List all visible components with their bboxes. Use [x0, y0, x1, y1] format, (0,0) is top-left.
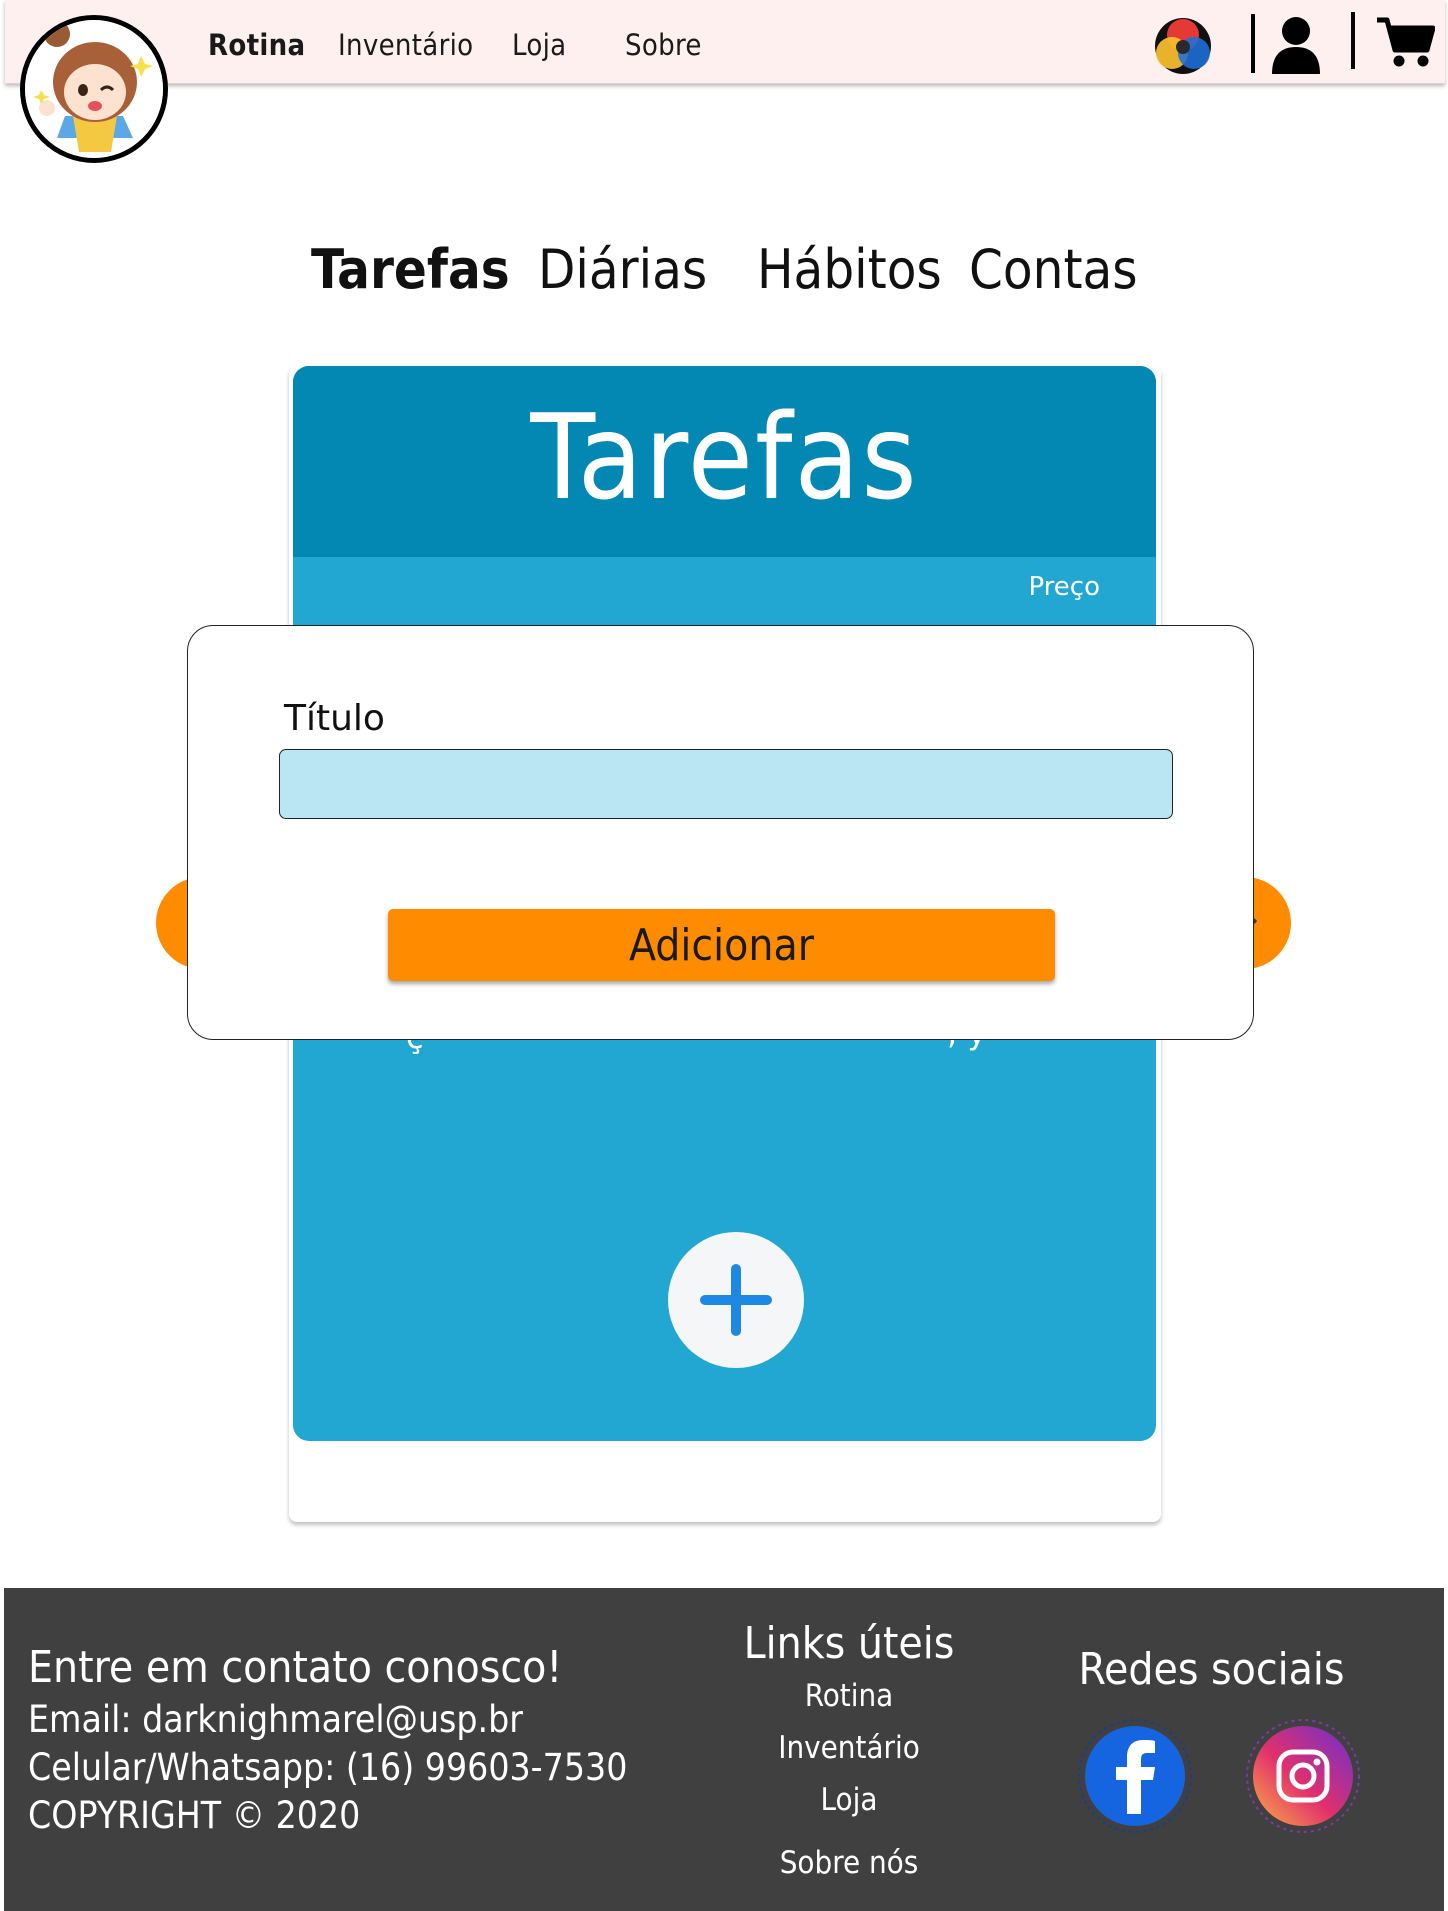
nav-link-rotina[interactable]: Rotina [208, 28, 305, 62]
tab-tarefas[interactable]: Tarefas [311, 238, 510, 301]
user-icon[interactable] [1270, 16, 1322, 74]
nav-link-sobre[interactable]: Sobre [625, 28, 702, 62]
contact-phone: Celular/Whatsapp: (16) 99603-7530 [28, 1746, 628, 1789]
panel-title: Tarefas [530, 388, 919, 526]
links-title: Links úteis [743, 1618, 955, 1669]
footer: Entre em contato conosco! Email: darknig… [4, 1588, 1444, 1911]
palette-icon[interactable] [1152, 15, 1214, 77]
footer-link-loja[interactable]: Loja [564, 1782, 1134, 1818]
instagram-icon[interactable] [1245, 1718, 1361, 1834]
title-field-label: Título [284, 698, 385, 739]
column-header-price: Preço [1028, 572, 1100, 602]
header-divider [1351, 12, 1355, 69]
cart-icon[interactable] [1377, 16, 1436, 68]
header-divider [1251, 14, 1255, 73]
plus-icon [700, 1264, 772, 1336]
panel-header: Tarefas [293, 366, 1156, 557]
footer-link-rotina[interactable]: Rotina [564, 1678, 1134, 1714]
add-task-button[interactable] [668, 1232, 804, 1368]
tab-contas[interactable]: Contas [969, 238, 1138, 301]
tab-habitos[interactable]: Hábitos [757, 238, 942, 301]
add-task-modal: Título Adicionar [187, 625, 1254, 1040]
top-nav-bar: Rotina Inventário Loja Sobre [5, 0, 1445, 84]
social-title: Redes sociais [1078, 1644, 1345, 1695]
add-button[interactable]: Adicionar [388, 909, 1055, 981]
footer-link-sobre-nos[interactable]: Sobre nós [564, 1845, 1134, 1881]
copyright: COPYRIGHT © 2020 [28, 1794, 361, 1837]
tab-diarias[interactable]: Diárias [538, 238, 707, 301]
logo[interactable] [20, 15, 168, 163]
nav-link-inventario[interactable]: Inventário [338, 28, 473, 62]
contact-email: Email: darknighmarel@usp.br [28, 1698, 523, 1741]
nav-link-loja[interactable]: Loja [512, 28, 566, 62]
footer-link-inventario[interactable]: Inventário [564, 1730, 1134, 1766]
title-input[interactable] [279, 749, 1173, 819]
contact-title: Entre em contato conosco! [28, 1642, 563, 1693]
facebook-icon[interactable] [1077, 1718, 1193, 1834]
